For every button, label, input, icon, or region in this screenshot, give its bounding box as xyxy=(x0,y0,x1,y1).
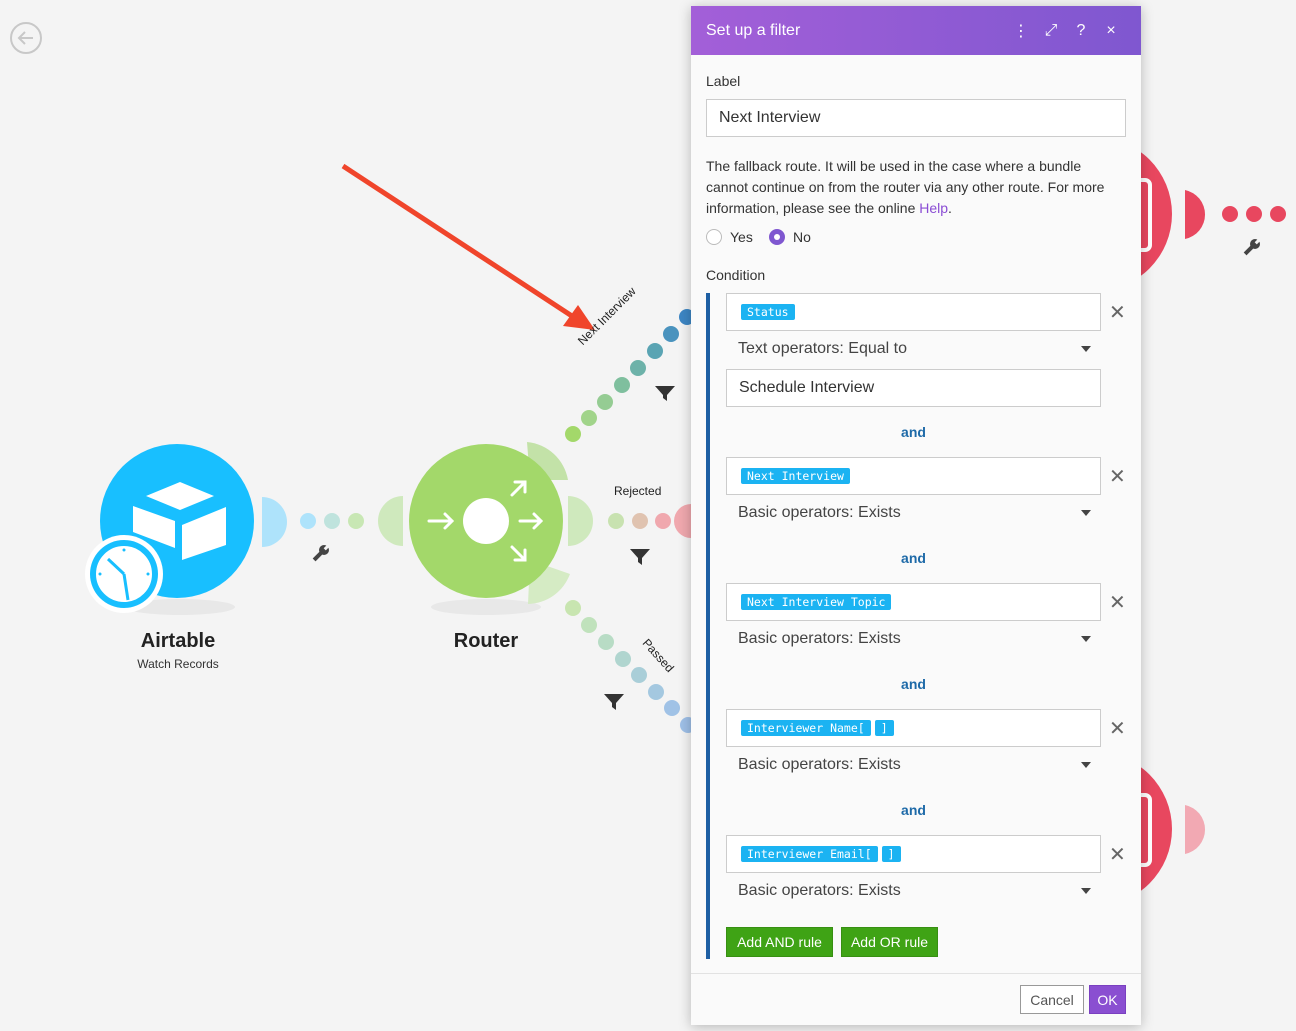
panel-footer: Cancel OK xyxy=(691,973,1141,1025)
annotation-arrow xyxy=(341,163,595,330)
chevron-down-icon xyxy=(1081,346,1091,352)
label-input[interactable]: Next Interview xyxy=(706,99,1126,137)
label-heading: Label xyxy=(706,73,741,89)
fallback-text: The fallback route. It will be used in t… xyxy=(706,158,1105,216)
wrench-icon[interactable] xyxy=(1242,236,1263,257)
help-link[interactable]: Help xyxy=(919,200,948,216)
condition-heading: Condition xyxy=(706,267,766,283)
rejected-route[interactable] xyxy=(608,504,691,538)
yes-label: Yes xyxy=(730,229,753,245)
filter-icon[interactable] xyxy=(604,694,624,710)
variable-chip[interactable]: Next Interview xyxy=(741,468,850,484)
and-separator: and xyxy=(901,550,926,566)
panel-title: Set up a filter xyxy=(706,21,801,39)
help-icon[interactable]: ? xyxy=(1066,22,1096,40)
wrench-icon[interactable] xyxy=(311,542,332,563)
variable-chip[interactable]: Interviewer Name[ xyxy=(741,720,871,736)
no-label: No xyxy=(793,229,811,245)
remove-rule-icon[interactable]: ✕ xyxy=(1109,464,1126,489)
remove-rule-icon[interactable]: ✕ xyxy=(1109,842,1126,867)
and-separator: and xyxy=(901,676,926,692)
add-or-rule-button[interactable]: Add OR rule xyxy=(841,927,938,957)
filter-icon[interactable] xyxy=(655,386,675,401)
airtable-router-connection xyxy=(262,496,403,547)
operator-select[interactable]: Basic operators: Exists xyxy=(726,498,1101,528)
filter-setup-panel: Set up a filter ⋮ ⤢ ? × Label Next Inter… xyxy=(691,6,1141,1025)
fallback-period: . xyxy=(948,200,952,216)
radio-selected-icon xyxy=(769,229,785,245)
remove-rule-icon[interactable]: ✕ xyxy=(1109,300,1126,325)
condition-operand-field[interactable]: Interviewer Email[ ] xyxy=(726,835,1101,873)
passed-route[interactable] xyxy=(565,600,696,733)
operator-label: Basic operators: Exists xyxy=(738,504,901,521)
condition-operand-field[interactable]: Interviewer Name[ ] xyxy=(726,709,1101,747)
radio-unselected-icon xyxy=(706,229,722,245)
variable-chip[interactable]: ] xyxy=(874,720,894,736)
operator-select[interactable]: Text operators: Equal to xyxy=(726,334,1101,364)
variable-chip[interactable]: Interviewer Email[ xyxy=(741,846,878,862)
route-label-rejected[interactable]: Rejected xyxy=(614,484,661,498)
fallback-yes-radio[interactable]: Yes xyxy=(706,229,753,245)
fallback-no-radio[interactable]: No xyxy=(769,229,811,245)
more-vertical-icon[interactable]: ⋮ xyxy=(1006,21,1036,41)
operator-label: Text operators: Equal to xyxy=(738,340,907,357)
operator-label: Basic operators: Exists xyxy=(738,630,901,647)
clock-icon xyxy=(85,535,163,613)
add-and-rule-button[interactable]: Add AND rule xyxy=(726,927,833,957)
operator-label: Basic operators: Exists xyxy=(738,882,901,899)
airtable-node-subtitle: Watch Records xyxy=(137,657,219,671)
and-separator: and xyxy=(901,424,926,440)
back-icon[interactable] xyxy=(10,22,42,54)
chevron-down-icon xyxy=(1081,888,1091,894)
operator-select[interactable]: Basic operators: Exists xyxy=(726,750,1101,780)
filter-icon[interactable] xyxy=(630,549,650,565)
variable-chip[interactable]: Next Interview Topic xyxy=(741,594,892,610)
ok-button[interactable]: OK xyxy=(1089,985,1126,1014)
remove-rule-icon[interactable]: ✕ xyxy=(1109,716,1126,741)
fallback-description: The fallback route. It will be used in t… xyxy=(706,156,1126,219)
condition-value-input[interactable]: Schedule Interview xyxy=(726,369,1101,407)
chevron-down-icon xyxy=(1081,762,1091,768)
condition-group-bar xyxy=(706,293,710,959)
condition-operand-field[interactable]: Next Interview xyxy=(726,457,1101,495)
panel-header: Set up a filter ⋮ ⤢ ? × xyxy=(691,6,1141,55)
operator-select[interactable]: Basic operators: Exists xyxy=(726,624,1101,654)
chevron-down-icon xyxy=(1081,636,1091,642)
chevron-down-icon xyxy=(1081,510,1091,516)
cancel-button[interactable]: Cancel xyxy=(1020,985,1084,1014)
condition-operand-field[interactable]: Status xyxy=(726,293,1101,331)
variable-chip[interactable]: ] xyxy=(881,846,901,862)
condition-operand-field[interactable]: Next Interview Topic xyxy=(726,583,1101,621)
router-node-title: Router xyxy=(453,630,519,652)
operator-label: Basic operators: Exists xyxy=(738,756,901,773)
remove-rule-icon[interactable]: ✕ xyxy=(1109,590,1126,615)
airtable-node-title: Airtable xyxy=(140,630,216,652)
close-icon[interactable]: × xyxy=(1096,22,1126,40)
and-separator: and xyxy=(901,802,926,818)
variable-chip[interactable]: Status xyxy=(741,304,795,320)
expand-icon[interactable]: ⤢ xyxy=(1036,22,1066,40)
operator-select[interactable]: Basic operators: Exists xyxy=(726,876,1101,906)
